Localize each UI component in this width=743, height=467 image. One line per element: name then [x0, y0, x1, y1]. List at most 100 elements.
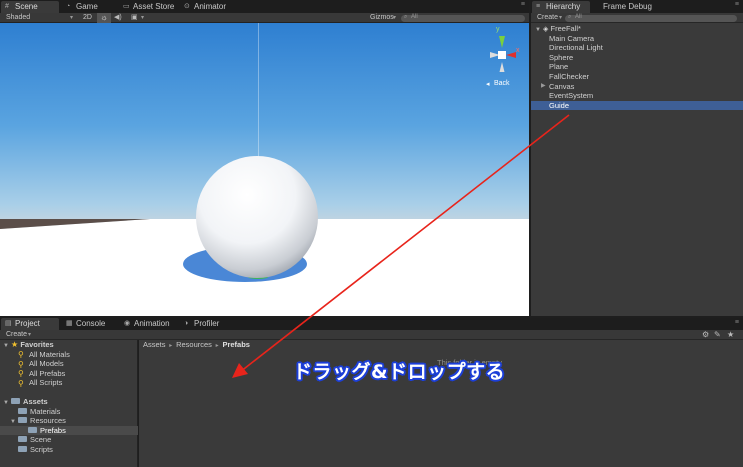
folder-icon	[28, 426, 37, 433]
tab-animator[interactable]: ⊙ Animator	[180, 1, 232, 13]
tab-animation-label: Animation	[134, 319, 170, 328]
folder-icon	[18, 417, 28, 424]
hierarchy-tab-bar: ≡ Hierarchy Frame Debug ≡	[531, 0, 743, 13]
hierarchy-item[interactable]: Directional Light	[531, 43, 743, 53]
panel-menu-icon[interactable]: ≡	[521, 1, 525, 8]
favorite-star-icon[interactable]: ★	[727, 330, 734, 340]
tab-console[interactable]: ▦ Console	[62, 318, 111, 330]
hierarchy-item-selected[interactable]: Guide	[531, 100, 743, 111]
gizmos-chevron-icon: ▾	[393, 15, 397, 21]
tab-asset-store-label: Asset Store	[133, 2, 175, 11]
folder-item-label: Resources	[30, 416, 66, 426]
folder-item-label: Prefabs	[40, 425, 66, 435]
favorite-item[interactable]: ⚲ All Prefabs	[18, 369, 65, 379]
folder-item-label: Scripts	[30, 445, 53, 454]
hierarchy-search-placeholder: All	[575, 13, 582, 20]
hierarchy-item[interactable]: FallChecker	[531, 72, 743, 82]
project-folder-icon: ▤	[5, 320, 12, 327]
scene-root-row[interactable]: ▼ ◈ FreeFall*	[531, 24, 743, 34]
assets-header[interactable]: ▼ Assets	[3, 397, 48, 407]
lighting-toggle-icon[interactable]: ☼	[97, 13, 111, 23]
hierarchy-item[interactable]: Sphere	[531, 53, 743, 63]
tab-animator-label: Animator	[194, 2, 227, 11]
animator-icon: ⊙	[184, 3, 190, 10]
folder-item-selected[interactable]: Prefabs	[0, 425, 138, 436]
favorite-item-label: All Models	[29, 359, 64, 369]
search-icon: ⚲	[18, 369, 24, 379]
gizmo-y-label: y	[496, 26, 500, 33]
hierarchy-item-label: Canvas	[549, 81, 575, 91]
toggle-2d-button[interactable]: 2D	[80, 13, 95, 23]
folder-icon	[18, 436, 27, 443]
create-chevron-icon: ▾	[28, 332, 32, 338]
audio-toggle-icon[interactable]: ◀)	[114, 13, 122, 23]
favorite-item[interactable]: ⚲ All Scripts	[18, 378, 62, 388]
store-cart-icon: ▭	[123, 3, 130, 10]
tab-asset-store[interactable]: ▭ Asset Store	[119, 1, 180, 13]
folder-item[interactable]: Materials	[18, 407, 60, 417]
hierarchy-list-icon: ≡	[536, 3, 541, 10]
shading-mode-dropdown[interactable]: Shaded	[6, 13, 30, 23]
expand-arrow-icon: ▼	[10, 419, 16, 426]
tab-console-label: Console	[76, 319, 106, 328]
breadcrumb-separator-icon: ▸	[167, 343, 174, 349]
favorite-item[interactable]: ⚲ All Materials	[18, 350, 70, 360]
hierarchy-item[interactable]: EventSystem	[531, 91, 743, 101]
effects-chevron-icon: ▾	[141, 15, 145, 21]
project-toolbar: Create ▾ ⚙ ✎ ★	[0, 330, 743, 340]
project-menu-icon[interactable]: ≡	[735, 319, 739, 326]
scene-viewport[interactable]: y x ◂ Back	[0, 23, 529, 316]
hierarchy-create-button[interactable]: Create	[537, 13, 558, 23]
collapse-arrow-icon[interactable]: ▶	[541, 82, 546, 92]
project-folder-tree: ▼ ★ Favorites ⚲ All Materials ⚲ All Models…	[0, 340, 138, 467]
tab-game[interactable]: ◔ Game	[62, 1, 104, 13]
tab-hierarchy[interactable]: ≡ Hierarchy	[532, 1, 590, 13]
search-icon: ⚲	[18, 378, 24, 388]
tab-animation[interactable]: ◉ Animation	[120, 318, 176, 330]
project-create-button[interactable]: Create	[6, 330, 27, 340]
folder-icon	[11, 398, 21, 405]
hierarchy-item[interactable]: Main Camera	[531, 34, 743, 44]
favorite-item-label: All Scripts	[29, 378, 63, 388]
profiler-icon: ◑	[184, 320, 189, 327]
breadcrumb-item[interactable]: Resources	[176, 340, 212, 349]
search-icon: ⌕	[568, 13, 572, 20]
expand-arrow-icon: ▼	[3, 343, 9, 349]
tab-frame-debug[interactable]: Frame Debug	[589, 1, 658, 13]
tab-scene-label: Scene	[15, 2, 38, 11]
hierarchy-panel: Create ▾ ⌕ All ▼ ◈ FreeFall* Main Camera…	[531, 13, 743, 316]
folder-item[interactable]: Scene	[18, 435, 51, 445]
search-by-label-icon[interactable]: ✎	[714, 330, 721, 340]
sphere-object[interactable]	[196, 156, 318, 278]
favorite-item[interactable]: ⚲ All Models	[18, 359, 64, 369]
hierarchy-search-input[interactable]: ⌕ All	[565, 13, 737, 22]
scene-name-label: FreeFall*	[550, 24, 581, 33]
tab-scene[interactable]: # Scene	[1, 1, 59, 13]
search-by-type-icon[interactable]: ⚙	[702, 330, 709, 340]
breadcrumb-separator-icon: ▸	[214, 343, 221, 349]
tab-frame-debug-label: Frame Debug	[603, 2, 652, 11]
tab-profiler[interactable]: ◑ Profiler	[180, 318, 225, 330]
scene-tab-bar: # Scene ◔ Game ▭ Asset Store ⊙ Animator …	[0, 0, 529, 13]
breadcrumb-item[interactable]: Assets	[143, 340, 166, 349]
hierarchy-item[interactable]: Plane	[531, 62, 743, 72]
favorites-header[interactable]: ▼ ★ Favorites	[3, 340, 54, 350]
folder-item[interactable]: Scripts	[18, 445, 53, 455]
folder-item[interactable]: ▼ Resources	[10, 416, 66, 426]
gizmos-dropdown[interactable]: Gizmos	[370, 13, 394, 23]
favorite-item-label: All Materials	[29, 349, 70, 359]
favorites-label: Favorites	[20, 340, 54, 349]
effects-toggle-icon[interactable]: ▣	[131, 13, 138, 23]
shading-chevron-icon: ▾	[70, 15, 74, 21]
search-icon: ⚲	[18, 359, 24, 369]
assets-label: Assets	[23, 397, 48, 406]
tab-project[interactable]: ▤ Project	[1, 318, 59, 330]
gizmo-x-label: x	[516, 47, 520, 54]
favorite-item-label: All Prefabs	[29, 368, 66, 378]
scene-search-input[interactable]: ⌕ All	[401, 14, 525, 22]
hierarchy-menu-icon[interactable]: ≡	[735, 1, 739, 8]
breadcrumb-item-current[interactable]: Prefabs	[222, 340, 250, 349]
folder-icon	[18, 446, 27, 453]
scene-grid-icon: #	[5, 3, 9, 10]
hierarchy-item-canvas[interactable]: ▶ Canvas	[531, 82, 743, 92]
